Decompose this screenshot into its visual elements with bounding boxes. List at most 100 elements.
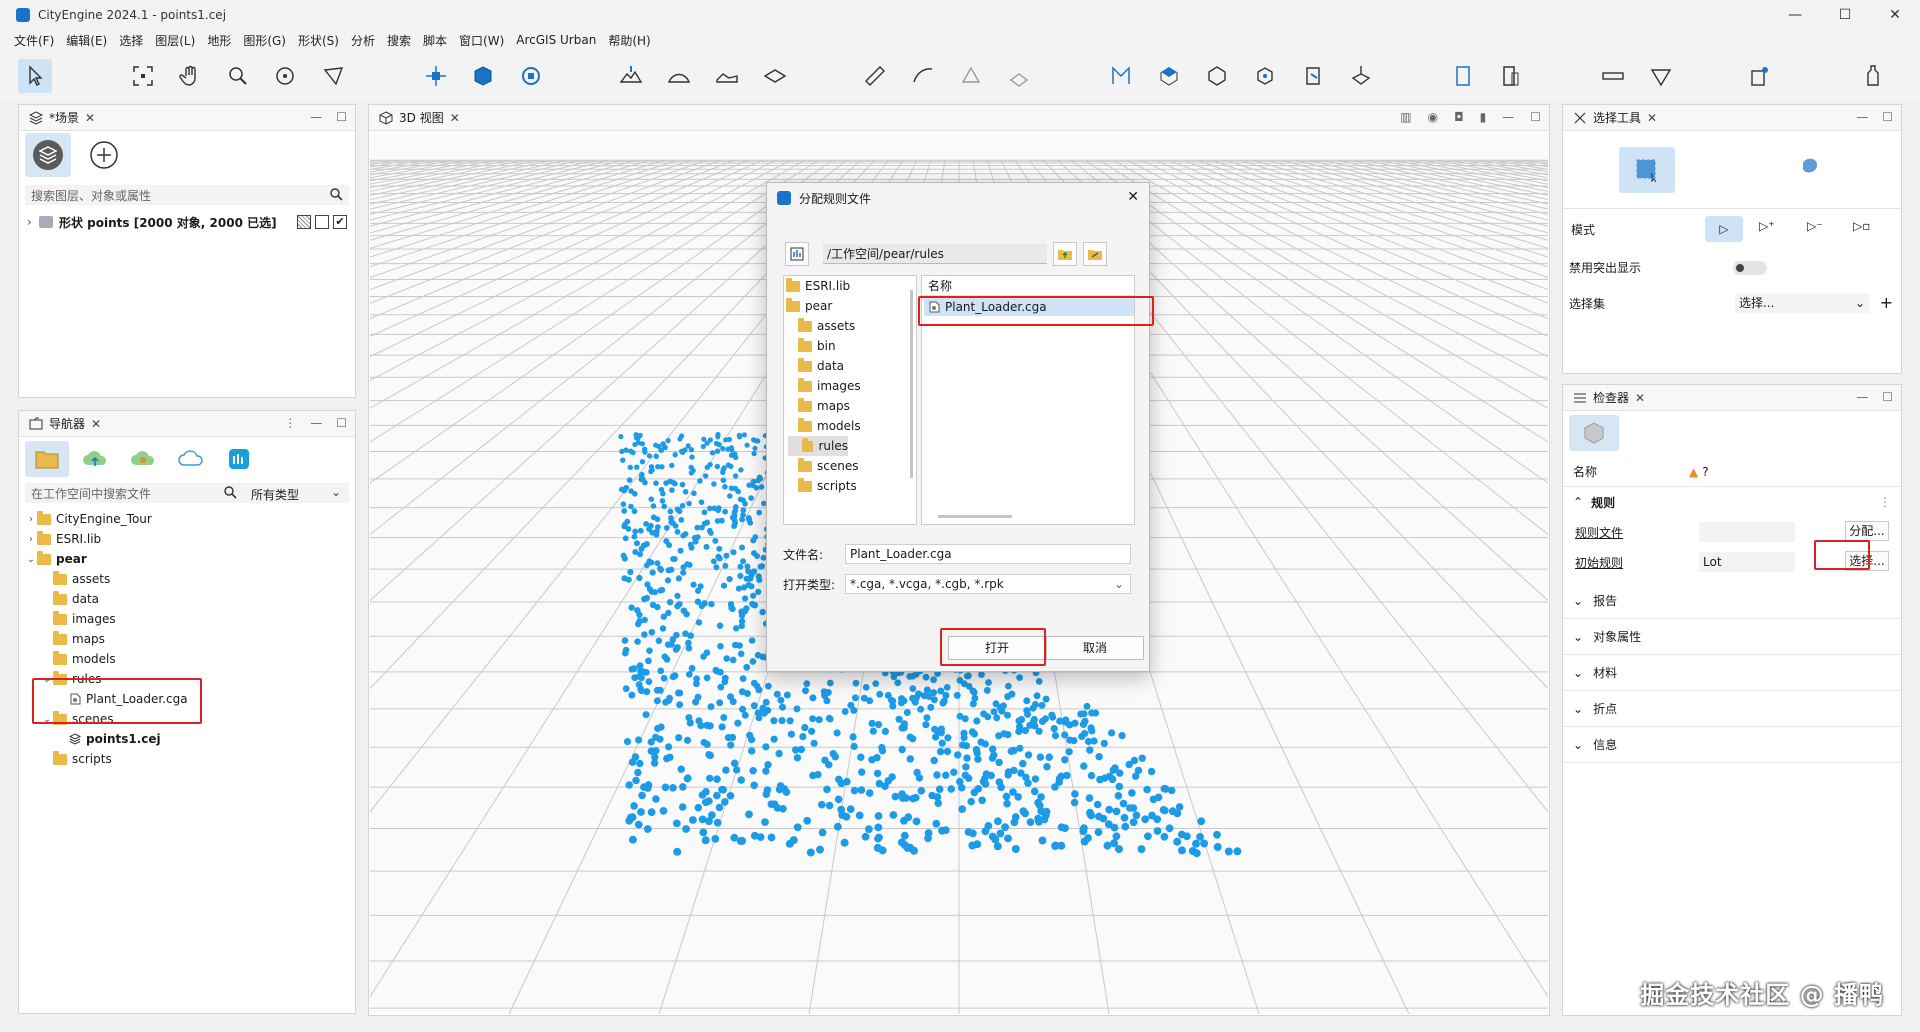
terrain-raise-icon[interactable] [614,59,648,93]
maximize-button[interactable]: ☐ [1820,0,1870,30]
mode-remove-icon[interactable]: ▷⁻ [1807,219,1823,233]
menu-graph[interactable]: 图形(G) [243,32,286,49]
name-column-header[interactable]: 名称 [922,276,1134,296]
maximize-icon[interactable]: ☐ [1882,390,1893,404]
dir-tree-item[interactable]: rules [788,436,848,456]
tree-item[interactable]: points1.cej [25,729,355,749]
viewport-tab-title[interactable]: 3D 视图 [399,109,444,126]
eye-icon[interactable]: ◉ [1428,110,1438,124]
building-facade-icon[interactable] [1494,59,1528,93]
menu-search[interactable]: 搜索 [387,32,411,49]
folder-up-icon[interactable] [1053,242,1077,266]
mode-add-icon[interactable]: ▷⁺ [1759,219,1775,233]
tree-item[interactable]: › ESRI.lib [25,529,355,549]
menu-arcgis-urban[interactable]: ArcGIS Urban [516,33,596,47]
add-selection-set-button[interactable]: + [1880,293,1893,312]
tree-item[interactable]: › CityEngine_Tour [25,509,355,529]
expand-chevron-icon[interactable]: › [27,215,39,229]
inspector-section[interactable]: ⌄ 信息 [1563,727,1901,763]
select-tool-tab-title[interactable]: 选择工具 [1593,109,1641,126]
file-list-scrollbar[interactable] [938,515,1012,518]
scale-cube-icon[interactable] [466,59,500,93]
select-arrow-icon[interactable] [18,59,52,93]
maximize-icon[interactable]: ☐ [1882,110,1893,124]
tree-item[interactable]: ⌄ pear [25,549,355,569]
ruler-icon[interactable] [1596,59,1630,93]
circle-shape-icon[interactable] [1248,59,1282,93]
menu-shape[interactable]: 形状(S) [298,32,339,49]
workspace-search-input[interactable]: 在工作空间中搜索文件 所有类型 ⌄ [25,483,349,503]
navigator-tab-close-icon[interactable]: ✕ [91,417,101,431]
tree-item[interactable]: data [25,589,355,609]
name-value[interactable]: ? [1702,465,1708,479]
menu-analysis[interactable]: 分析 [351,32,375,49]
inspector-tab-title[interactable]: 检查器 [1593,389,1629,406]
angle-icon[interactable] [1644,59,1678,93]
menu-terrain[interactable]: 地形 [207,32,231,49]
tree-chevron-icon[interactable]: › [25,514,37,525]
layer-lock-checkbox[interactable] [315,215,329,229]
options-icon[interactable]: ⋮ [1879,495,1891,509]
street-network-icon[interactable] [1344,59,1378,93]
layer-visible-checkbox[interactable]: ✔ [333,215,347,229]
cloud-share-icon[interactable] [121,441,165,477]
search-icon[interactable] [329,187,343,204]
rules-section-label[interactable]: 规则 [1591,494,1615,511]
lasso-icon[interactable] [317,59,351,93]
minimize-button[interactable]: — [1770,0,1820,30]
maximize-icon[interactable]: ☐ [336,416,347,430]
dir-tree-item[interactable]: scenes [784,456,916,476]
expand-chevron-icon[interactable]: ⌄ [1573,666,1583,680]
pan-hand-icon[interactable] [173,59,207,93]
model-export-icon[interactable] [1742,59,1776,93]
scene-tab-close-icon[interactable]: ✕ [85,111,95,125]
cloud-upload-icon[interactable] [73,441,117,477]
dir-tree-item[interactable]: maps [784,396,916,416]
mode-toggle-icon[interactable]: ▷▫ [1853,219,1870,233]
menu-edit[interactable]: 编辑(E) [66,32,107,49]
assign-button[interactable]: 分配... [1845,521,1889,541]
terrain-smooth-icon[interactable] [662,59,696,93]
add-layer-button[interactable] [81,133,127,177]
tree-chevron-icon[interactable]: ⌄ [25,554,37,565]
scene-tab-title[interactable]: *场景 [49,109,79,126]
maximize-icon[interactable]: ☐ [336,110,347,124]
menu-window[interactable]: 窗口(W) [459,32,504,49]
layers-button[interactable] [25,133,71,177]
dialog-directory-tree[interactable]: ESRI.lib pear assets bin data images maps model… [783,275,917,525]
path-field[interactable]: /工作空间/pear/rules [823,244,1047,264]
dialog-close-icon[interactable]: ✕ [1127,189,1139,205]
navigator-tab-title[interactable]: 导航器 [49,415,85,432]
tree-chevron-icon[interactable]: › [25,534,37,545]
filetype-select[interactable]: *.cga, *.vcga, *.cgb, *.rpk ⌄ [845,574,1131,594]
type-filter-select[interactable]: 所有类型 [251,486,299,503]
inspector-section[interactable]: ⌄ 对象属性 [1563,619,1901,655]
tree-item[interactable]: maps [25,629,355,649]
mode-new-button[interactable]: ▷ [1705,216,1743,242]
menu-help[interactable]: 帮助(H) [608,32,650,49]
orbit-icon[interactable] [268,59,302,93]
rule-file-field[interactable] [1699,522,1795,542]
bottle-icon[interactable] [1856,59,1890,93]
inspector-section[interactable]: ⌄ 报告 [1563,583,1901,619]
shape-object-button[interactable] [1569,415,1619,451]
layer-pattern-toggle[interactable] [297,215,311,229]
rule-file-label[interactable]: 规则文件 [1573,524,1683,541]
rectangle-shape-icon[interactable] [1200,59,1234,93]
expand-chevron-icon[interactable]: ⌄ [1573,594,1583,608]
tree-item[interactable]: scripts [25,749,355,769]
dir-tree-item[interactable]: bin [784,336,916,356]
select-tool-close-icon[interactable]: ✕ [1647,111,1657,125]
terrain-level-icon[interactable] [758,59,792,93]
viewport-tab-close-icon[interactable]: ✕ [450,111,460,125]
zoom-icon[interactable] [221,59,255,93]
filename-input[interactable]: Plant_Loader.cga [845,544,1131,564]
bookmark-icon[interactable]: ▮ [1480,110,1487,124]
collapse-chevron-icon[interactable]: ⌃ [1573,495,1583,509]
bookmarks-icon[interactable]: ▥ [1400,110,1411,124]
dir-tree-item[interactable]: models [784,416,916,436]
measure-arc-icon[interactable] [906,59,940,93]
workspace-folder-button[interactable] [25,441,69,477]
close-button[interactable]: ✕ [1870,0,1920,30]
terrain-flatten-icon[interactable] [710,59,744,93]
